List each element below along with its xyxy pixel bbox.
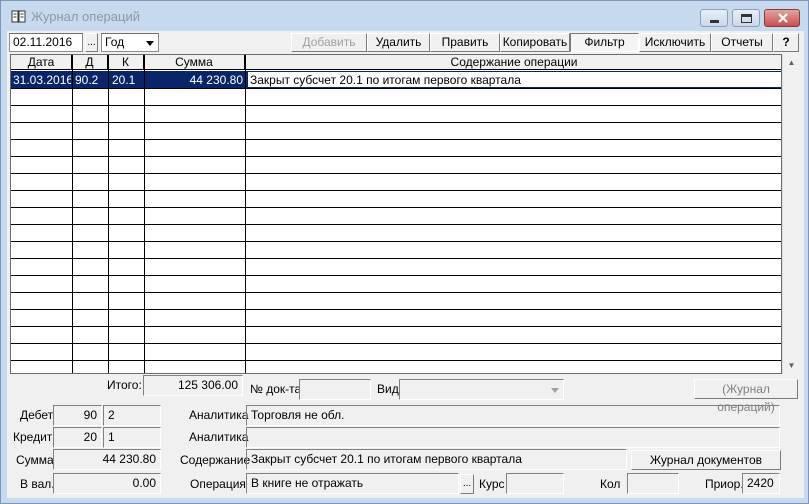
cell-date: 31.03.2016 <box>13 73 71 87</box>
debit-subaccount: 2 <box>103 405 161 426</box>
table-scrollbar[interactable]: ▲ ▼ <box>782 54 799 374</box>
client-area: 02.11.2016 ... Год Добавить Удалить Прав… <box>7 31 804 498</box>
copy-button[interactable]: Копировать <box>500 33 570 52</box>
column-header-amount[interactable]: Сумма <box>144 55 245 70</box>
grid-row-line <box>11 258 781 259</box>
close-button[interactable] <box>764 9 800 27</box>
date-input[interactable]: 02.11.2016 <box>9 33 83 52</box>
minimize-button[interactable] <box>700 9 728 27</box>
column-header-date[interactable]: Дата <box>11 55 72 70</box>
grid-row-line <box>11 190 781 191</box>
grid-row-line <box>11 173 781 174</box>
journal-app-icon <box>11 10 26 23</box>
scroll-down-arrow-icon[interactable]: ▼ <box>783 357 800 374</box>
column-header-credit[interactable]: К <box>108 55 144 70</box>
content-value: Закрыт субсчет 20.1 по итогам первого кв… <box>246 449 627 470</box>
cell-amount: 44 230.80 <box>189 73 243 87</box>
close-icon <box>778 13 788 23</box>
grid-row-line <box>11 156 781 157</box>
foreign-currency-value: 0.00 <box>53 473 161 494</box>
window-title: Журнал операций <box>31 9 140 24</box>
help-button[interactable]: ? <box>773 33 799 52</box>
chevron-down-icon <box>551 388 559 393</box>
grid-row-line <box>11 224 781 225</box>
operation-label: Операция <box>190 477 246 491</box>
grid-row-line <box>11 326 781 327</box>
grid-row-line <box>11 275 781 276</box>
credit-account: 20 <box>53 427 102 448</box>
grid-row-line <box>11 309 781 310</box>
journal-operations-button[interactable]: (Журнал операций) <box>694 379 798 414</box>
minimize-icon <box>710 20 719 23</box>
chevron-down-icon <box>146 41 154 46</box>
grid-row-line <box>11 292 781 293</box>
grid-row-line <box>11 105 781 106</box>
period-select[interactable]: Год <box>101 33 159 52</box>
main-window: Журнал операций 02.11.2016 ... Год Добав… <box>0 0 809 504</box>
filter-button[interactable]: Фильтр <box>570 33 639 52</box>
operation-value: В книге не отражать <box>246 473 459 494</box>
grid-row-line <box>11 88 781 89</box>
column-header-debit[interactable]: Д <box>72 55 108 70</box>
analytics-value-2 <box>246 427 780 448</box>
analytics-label-1: Аналитика <box>189 408 249 422</box>
operation-browse-button[interactable]: ... <box>460 474 474 494</box>
debit-label: Дебет <box>20 408 54 422</box>
scroll-up-arrow-icon[interactable]: ▲ <box>783 54 800 71</box>
sum-label: Сумма <box>16 453 54 467</box>
grid-row-line <box>11 139 781 140</box>
sum-value: 44 230.80 <box>53 449 161 470</box>
rate-label: Курс <box>479 477 505 491</box>
cell-content-editor[interactable]: Закрыт субсчет 20.1 по итогам первого кв… <box>247 71 781 88</box>
debit-account: 90 <box>53 405 102 426</box>
delete-button[interactable]: Удалить <box>367 33 430 52</box>
add-button[interactable]: Добавить <box>291 33 367 52</box>
maximize-icon <box>741 14 752 23</box>
priority-value: 2420 <box>742 473 780 494</box>
credit-subaccount: 1 <box>103 427 161 448</box>
grid-row-line <box>11 207 781 208</box>
kind-select[interactable] <box>399 379 564 400</box>
cell-debit: 90.2 <box>75 73 99 87</box>
total-label: Итого: <box>107 378 142 392</box>
analytics-value-1: Торговля не обл. <box>246 405 780 426</box>
doc-number-label: № док-та <box>250 382 302 396</box>
credit-label: Кредит <box>13 430 53 444</box>
total-value: 125 306.00 <box>143 375 243 396</box>
analytics-label-2: Аналитика <box>189 430 249 444</box>
grid-row-line <box>11 343 781 344</box>
operations-table[interactable]: Дата Д К Сумма Содержание операции 31.03… <box>10 54 782 374</box>
foreign-currency-label: В вал. <box>20 477 55 491</box>
rate-value <box>506 473 564 494</box>
grid-row-line <box>11 360 781 361</box>
quantity-label: Кол <box>600 477 621 491</box>
priority-label: Приор. <box>705 477 744 491</box>
doc-number-field[interactable] <box>299 379 371 400</box>
quantity-value <box>627 473 679 494</box>
grid-row-line <box>11 241 781 242</box>
cell-credit: 20.1 <box>112 73 136 87</box>
journal-documents-button[interactable]: Журнал документов <box>631 450 781 470</box>
edit-button[interactable]: Править <box>430 33 500 52</box>
grid-row-line <box>11 122 781 123</box>
content-label: Содержание <box>180 453 251 467</box>
column-header-content[interactable]: Содержание операции <box>245 55 781 70</box>
reports-button[interactable]: Отчеты <box>711 33 773 52</box>
period-value: Год <box>105 35 125 49</box>
title-bar[interactable]: Журнал операций <box>1 1 808 31</box>
exclude-button[interactable]: Исключить <box>639 33 711 52</box>
kind-label: Вид <box>377 382 399 396</box>
maximize-button[interactable] <box>732 9 760 27</box>
date-browse-button[interactable]: ... <box>85 33 98 52</box>
